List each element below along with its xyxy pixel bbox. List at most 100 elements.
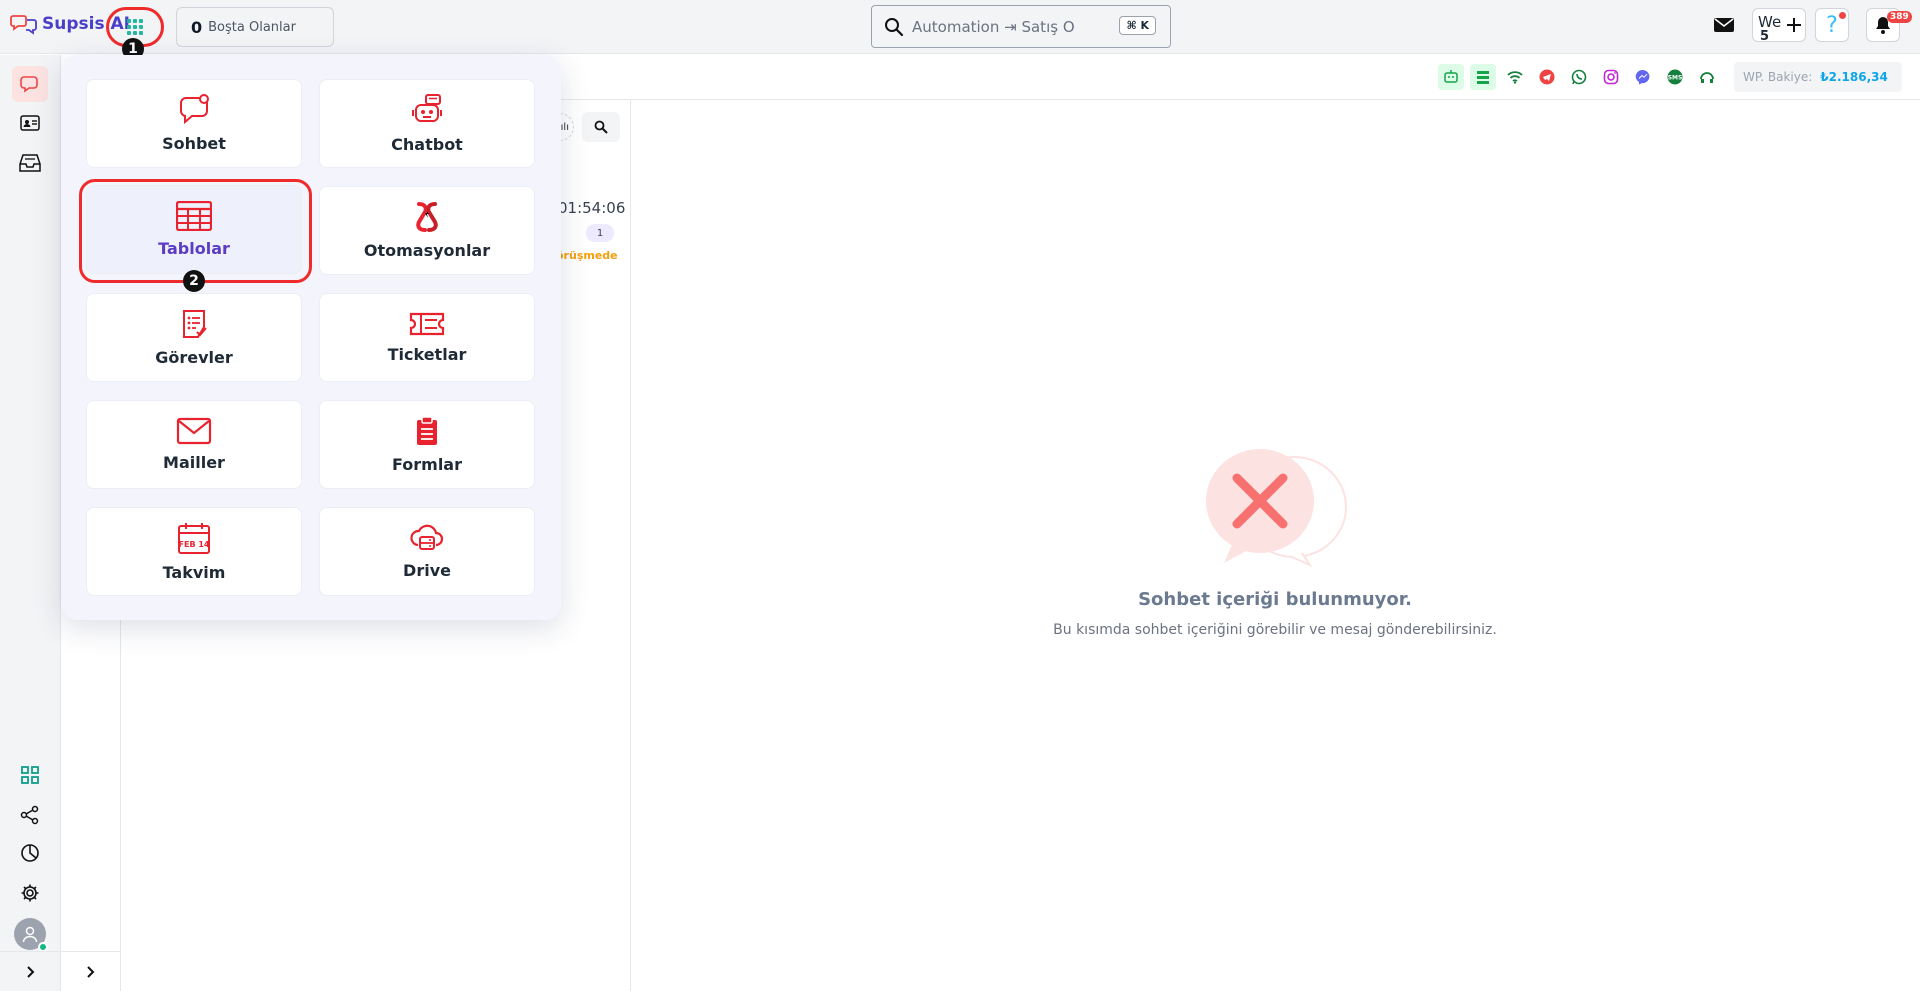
- app-card-otomasyonlar[interactable]: Otomasyonlar: [319, 186, 535, 275]
- calendar-icon: FEB 14: [178, 523, 210, 554]
- app-label: Chatbot: [391, 135, 463, 154]
- chat-status: örüşmede: [556, 249, 618, 262]
- search-placeholder: Automation ⇥ Satış O: [912, 17, 1075, 36]
- gear-icon: [21, 884, 39, 902]
- sidebar-dashboard[interactable]: [12, 757, 48, 793]
- global-search[interactable]: Automation ⇥ Satış O ⌘ K: [871, 5, 1171, 48]
- idle-label: Boşta Olanlar: [208, 19, 296, 35]
- svg-text:SMS: SMS: [1668, 75, 1683, 82]
- app-label: Formlar: [391, 455, 462, 474]
- ticket-icon: [409, 312, 445, 336]
- channel-sms[interactable]: SMS: [1662, 64, 1688, 90]
- bot-icon: [1444, 70, 1458, 83]
- no-chat-icon: [1206, 449, 1347, 568]
- chat-bubbles-icon: [10, 15, 37, 35]
- help-dot: [1839, 12, 1846, 19]
- headset-icon: [1700, 72, 1714, 83]
- balance-value: ₺2.186,34: [1820, 70, 1888, 84]
- filter-label: ılı: [560, 121, 569, 133]
- app-label: Ticketlar: [387, 345, 467, 364]
- chat-icon: [180, 94, 209, 125]
- channel-whatsapp[interactable]: [1566, 64, 1592, 90]
- chat-search-button[interactable]: [582, 112, 620, 142]
- plus-icon: [1787, 18, 1801, 32]
- sidebar-reports[interactable]: [12, 835, 48, 871]
- app-label: Mailler: [163, 453, 225, 472]
- share-icon: [20, 805, 39, 825]
- channel-messenger[interactable]: [1630, 64, 1656, 90]
- empty-description: Bu kısımda sohbet içeriğini görebilir ve…: [1053, 622, 1497, 638]
- workspace-button[interactable]: We 5: [1752, 8, 1806, 44]
- wifi-icon: [1507, 71, 1523, 84]
- workspace-count: 5: [1760, 29, 1770, 44]
- search-icon: [594, 120, 608, 134]
- grid-icon: [127, 19, 143, 35]
- question-icon: ?: [1826, 12, 1838, 38]
- notifications-button[interactable]: 389: [1866, 8, 1912, 42]
- app-card-drive[interactable]: Drive: [319, 507, 535, 596]
- channel-instagram[interactable]: [1598, 64, 1624, 90]
- panel-expand-button[interactable]: [61, 951, 121, 991]
- messenger-icon: [1635, 69, 1650, 85]
- app-label: Otomasyonlar: [363, 241, 491, 260]
- left-sidebar: [0, 55, 61, 991]
- calendar-date: FEB 14: [179, 540, 210, 549]
- apps-menu-popup: Sohbet Chatbot Tablolar Otomasyonlar Gör…: [61, 55, 561, 620]
- channel-live[interactable]: [1502, 64, 1528, 90]
- inbox-icon: [19, 154, 41, 172]
- mail-icon: [176, 417, 212, 445]
- app-label: Drive: [403, 561, 451, 580]
- app-card-formlar[interactable]: Formlar: [319, 400, 535, 489]
- form-icon: [417, 416, 437, 445]
- sidebar-settings[interactable]: [12, 875, 48, 911]
- app-card-sohbet[interactable]: Sohbet: [86, 79, 302, 168]
- app-card-chatbot[interactable]: Chatbot: [319, 79, 535, 168]
- user-avatar[interactable]: [14, 918, 48, 952]
- channel-strip: SMS: [1438, 64, 1720, 90]
- app-card-gorevler[interactable]: Görevler: [86, 293, 302, 382]
- pie-chart-icon: [21, 844, 39, 862]
- chevron-right-icon: [26, 965, 34, 978]
- wp-balance: WP. Bakiye: ₺2.186,34: [1734, 62, 1902, 92]
- sidebar-inbox[interactable]: [12, 145, 48, 181]
- chat-time: 01:54:06: [558, 199, 626, 217]
- envelope-icon: [1714, 18, 1734, 32]
- search-shortcut: ⌘ K: [1119, 16, 1156, 35]
- app-label: Görevler: [155, 348, 233, 367]
- chat-icon: [20, 76, 38, 93]
- selection-highlight: [79, 179, 312, 283]
- empty-title: Sohbet içeriği bulunmuyor.: [1138, 589, 1412, 610]
- drive-icon: [410, 524, 444, 550]
- idle-agents-indicator[interactable]: 0 Boşta Olanlar: [176, 7, 334, 47]
- app-card-takvim[interactable]: FEB 14 Takvim: [86, 507, 302, 596]
- top-bar: Supsis AI 1 0 Boşta Olanlar Automation ⇥…: [0, 0, 1920, 60]
- app-card-mailler[interactable]: Mailler: [86, 400, 302, 489]
- sidebar-expand-button[interactable]: [0, 951, 61, 991]
- contact-card-icon: [20, 115, 40, 131]
- step-marker-2: 2: [183, 270, 205, 292]
- app-card-ticketlar[interactable]: Ticketlar: [319, 293, 535, 382]
- user-icon: [22, 926, 38, 943]
- channel-bot[interactable]: [1438, 64, 1464, 90]
- robot-icon: [412, 94, 442, 122]
- channel-list[interactable]: [1470, 64, 1496, 90]
- automation-icon: [416, 202, 438, 232]
- instagram-icon: [1603, 69, 1619, 85]
- whatsapp-icon: [1571, 69, 1587, 85]
- dashboard-icon: [21, 766, 39, 784]
- telegram-icon: [1539, 69, 1555, 85]
- sidebar-integrations[interactable]: [12, 797, 48, 833]
- channel-support[interactable]: [1694, 64, 1720, 90]
- tasks-icon: [183, 310, 207, 338]
- app-label: Sohbet: [162, 134, 226, 153]
- search-icon: [885, 17, 904, 36]
- mail-button[interactable]: [1713, 16, 1735, 38]
- sidebar-contacts[interactable]: [12, 105, 48, 141]
- panel-divider: [630, 100, 631, 991]
- balance-label: WP. Bakiye:: [1743, 70, 1813, 84]
- help-button[interactable]: ?: [1815, 8, 1849, 42]
- list-icon: [1477, 71, 1489, 84]
- channel-telegram[interactable]: [1534, 64, 1560, 90]
- sidebar-chat[interactable]: [12, 66, 48, 102]
- unread-count: 1: [586, 224, 614, 242]
